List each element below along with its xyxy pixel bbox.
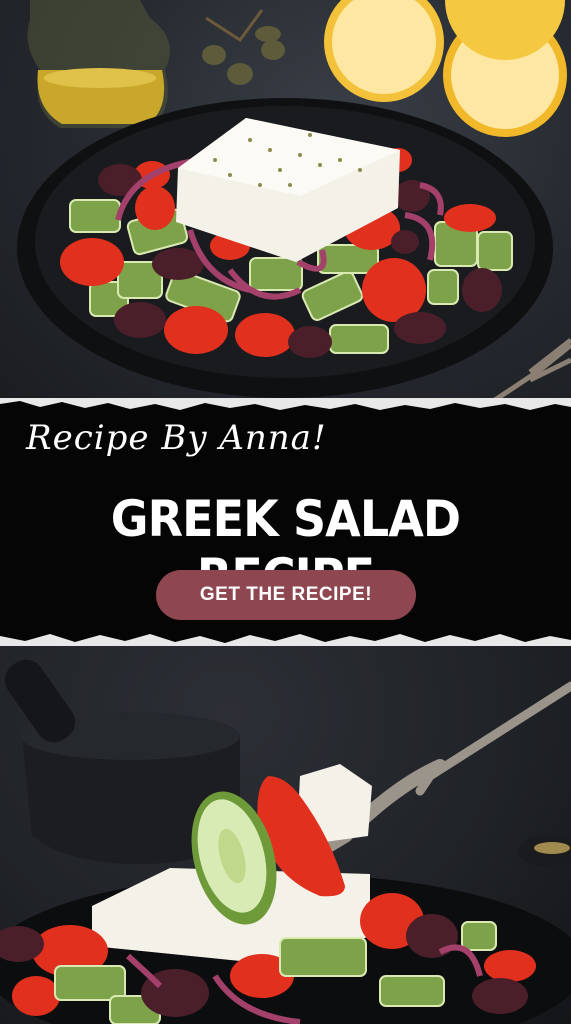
olive-oil-bottle — [27, 0, 170, 128]
top-salad-photo — [0, 0, 571, 410]
capers — [202, 9, 285, 85]
torn-edge-top — [0, 398, 571, 410]
recipe-author-title: Recipe By Anna! — [26, 418, 327, 458]
torn-edge-bottom — [0, 634, 571, 646]
bottom-salad-photo — [0, 636, 571, 1024]
get-recipe-button[interactable]: GET THE RECIPE! — [156, 570, 416, 620]
